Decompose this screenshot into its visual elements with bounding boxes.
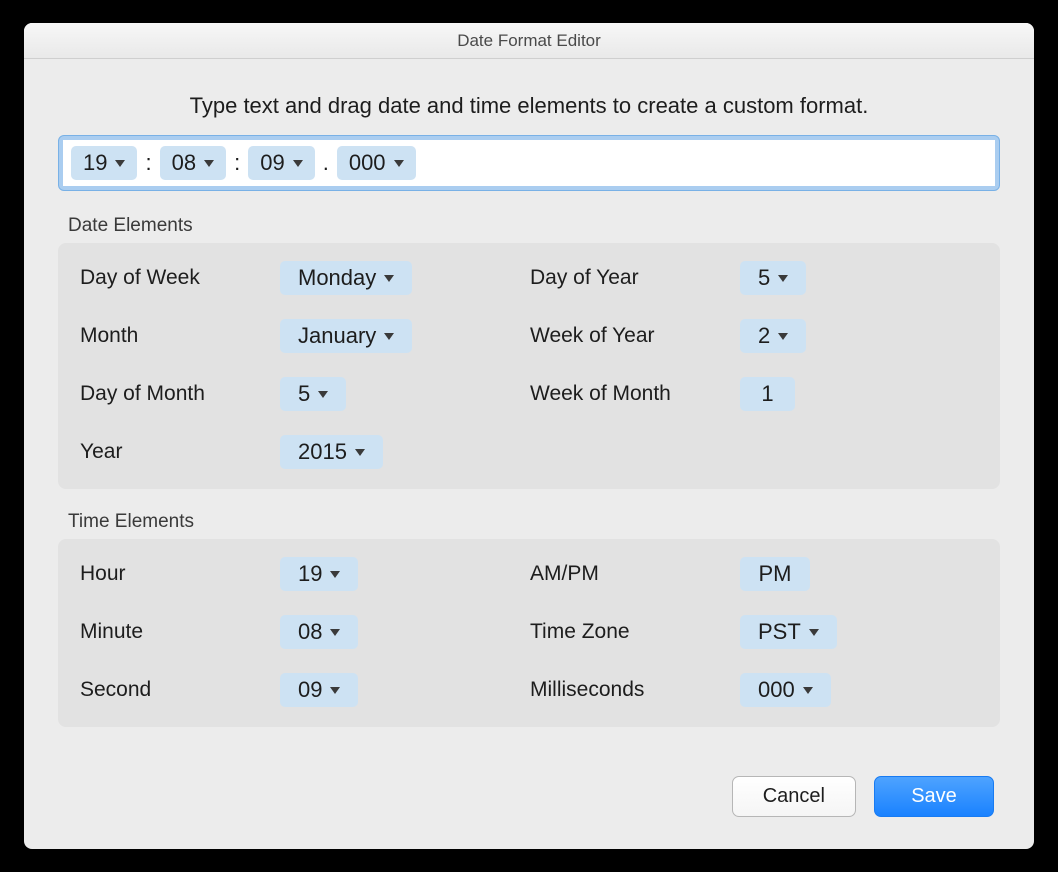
label-millis: Milliseconds (530, 678, 740, 702)
chip-minute[interactable]: 08 (280, 615, 358, 649)
chevron-down-icon (778, 333, 788, 340)
chip-week-of-month[interactable]: 1 (740, 377, 795, 411)
label-ampm: AM/PM (530, 562, 740, 586)
time-elements-label: Time Elements (68, 511, 1000, 533)
window: Date Format Editor Type text and drag da… (24, 23, 1034, 849)
chip-day-of-month[interactable]: 5 (280, 377, 346, 411)
cancel-button[interactable]: Cancel (732, 776, 856, 817)
format-token-minute[interactable]: 08 (160, 146, 226, 180)
chevron-down-icon (778, 275, 788, 282)
format-token-millis[interactable]: 000 (337, 146, 416, 180)
titlebar: Date Format Editor (24, 23, 1034, 59)
format-separator: . (321, 150, 331, 176)
chip-hour[interactable]: 19 (280, 557, 358, 591)
label-second: Second (80, 678, 280, 702)
label-year: Year (80, 440, 280, 464)
chevron-down-icon (803, 687, 813, 694)
label-timezone: Time Zone (530, 620, 740, 644)
chip-ampm[interactable]: PM (740, 557, 810, 591)
chip-timezone[interactable]: PST (740, 615, 837, 649)
chevron-down-icon (330, 629, 340, 636)
format-input[interactable]: 19 : 08 : 09 . 000 (63, 140, 995, 186)
format-separator: : (143, 150, 153, 176)
chip-day-of-year[interactable]: 5 (740, 261, 806, 295)
save-button[interactable]: Save (874, 776, 994, 817)
chip-millis[interactable]: 000 (740, 673, 831, 707)
chevron-down-icon (115, 160, 125, 167)
chip-week-of-year[interactable]: 2 (740, 319, 806, 353)
chevron-down-icon (330, 687, 340, 694)
chevron-down-icon (204, 160, 214, 167)
chip-month[interactable]: January (280, 319, 412, 353)
chevron-down-icon (318, 391, 328, 398)
label-day-of-week: Day of Week (80, 266, 280, 290)
label-day-of-month: Day of Month (80, 382, 280, 406)
window-title: Date Format Editor (457, 31, 601, 50)
chip-year[interactable]: 2015 (280, 435, 383, 469)
label-hour: Hour (80, 562, 280, 586)
chevron-down-icon (330, 571, 340, 578)
chip-day-of-week[interactable]: Monday (280, 261, 412, 295)
date-elements-label: Date Elements (68, 215, 1000, 237)
chevron-down-icon (384, 275, 394, 282)
format-token-second[interactable]: 09 (248, 146, 314, 180)
time-elements-panel: Hour 19 AM/PM PM Minute 08 Time Zone PST… (58, 539, 1000, 727)
content-area: Type text and drag date and time element… (24, 59, 1034, 849)
format-token-hour[interactable]: 19 (71, 146, 137, 180)
chevron-down-icon (293, 160, 303, 167)
label-month: Month (80, 324, 280, 348)
chevron-down-icon (355, 449, 365, 456)
label-minute: Minute (80, 620, 280, 644)
chip-second[interactable]: 09 (280, 673, 358, 707)
instruction-text: Type text and drag date and time element… (58, 93, 1000, 119)
label-week-of-year: Week of Year (530, 324, 740, 348)
chevron-down-icon (809, 629, 819, 636)
chevron-down-icon (384, 333, 394, 340)
format-separator: : (232, 150, 242, 176)
date-elements-panel: Day of Week Monday Day of Year 5 Month J… (58, 243, 1000, 489)
label-week-of-month: Week of Month (530, 382, 740, 406)
chevron-down-icon (394, 160, 404, 167)
footer: Cancel Save (58, 766, 1000, 835)
label-day-of-year: Day of Year (530, 266, 740, 290)
format-field-focus-ring: 19 : 08 : 09 . 000 (58, 135, 1000, 191)
